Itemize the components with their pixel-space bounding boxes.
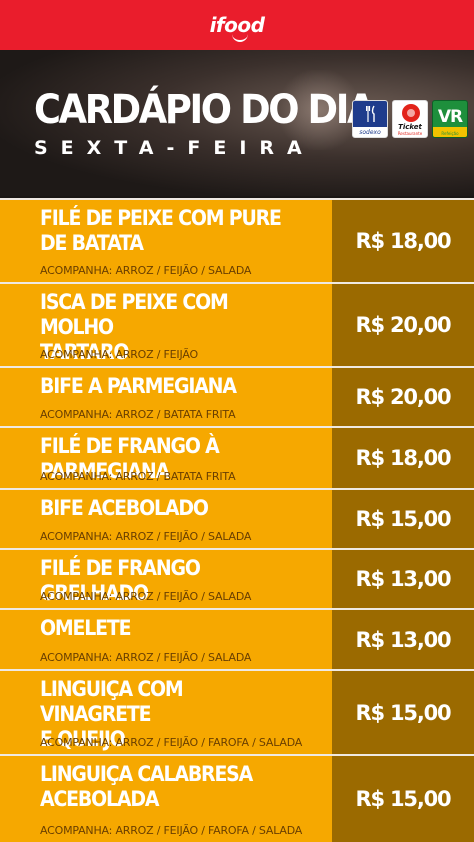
menu-item-name: OMELETE — [40, 616, 132, 640]
hero-banner: CARDÁPIO DO DIA SEXTA-FEIRA sodexo Ticke… — [0, 50, 474, 196]
page-subtitle: SEXTA-FEIRA — [34, 137, 315, 159]
vr-label: VR — [437, 107, 463, 127]
top-bar: ifood — [0, 0, 474, 50]
menu-item-price-cell: R$ 15,00 — [332, 490, 474, 548]
ifood-logo: ifood — [210, 13, 265, 42]
fork-knife-icon — [366, 105, 375, 122]
menu-item: BIFE ACEBOLADO ACOMPANHA: ARROZ / FEIJÃO… — [0, 488, 474, 548]
menu-item-price-cell: R$ 15,00 — [332, 756, 474, 842]
menu-item-price: R$ 20,00 — [355, 385, 452, 409]
menu-item-price: R$ 20,00 — [355, 313, 452, 337]
menu-item-sides: ACOMPANHA: ARROZ / FEIJÃO / SALADA — [40, 651, 252, 664]
ticket-label: Ticket — [398, 123, 422, 131]
menu-item-name: LINGUIÇA CALABRESA ACEBOLADA — [40, 762, 253, 811]
menu-item-price: R$ 13,00 — [355, 567, 452, 591]
vr-sublabel: Refeição — [441, 131, 459, 136]
page-title: CARDÁPIO DO DIA — [34, 87, 375, 133]
menu-item-info: FILÉ DE FRANGO GRELHADO ACOMPANHA: ARROZ… — [0, 550, 332, 608]
menu-item-price: R$ 18,00 — [355, 446, 452, 470]
menu-item-name: BIFE ACEBOLADO — [40, 496, 209, 520]
ticket-logo-icon — [402, 104, 420, 122]
menu-item-name: BIFE A PARMEGIANA — [40, 374, 237, 398]
menu-item: FILÉ DE FRANGO GRELHADO ACOMPANHA: ARROZ… — [0, 548, 474, 608]
menu-item: LINGUIÇA CALABRESA ACEBOLADA ACOMPANHA: … — [0, 754, 474, 842]
menu-item-sides: ACOMPANHA: ARROZ / FEIJÃO / SALADA — [40, 264, 252, 277]
menu-item-price-cell: R$ 20,00 — [332, 284, 474, 366]
menu-item-price: R$ 18,00 — [355, 229, 452, 253]
menu-item-sides: ACOMPANHA: ARROZ / FEIJÃO / FAROFA / SAL… — [40, 824, 303, 837]
menu-item-price-cell: R$ 18,00 — [332, 428, 474, 488]
menu-item: OMELETE ACOMPANHA: ARROZ / FEIJÃO / SALA… — [0, 608, 474, 669]
menu-item-price-cell: R$ 15,00 — [332, 671, 474, 754]
sodexo-badge: sodexo — [352, 100, 388, 138]
menu-item-price-cell: R$ 13,00 — [332, 610, 474, 669]
menu-item-price: R$ 13,00 — [355, 627, 452, 652]
menu-item-sides: ACOMPANHA: ARROZ / BATATA FRITA — [40, 408, 236, 421]
menu-item-info: OMELETE ACOMPANHA: ARROZ / FEIJÃO / SALA… — [0, 610, 332, 669]
menu-item-price: R$ 15,00 — [355, 787, 452, 811]
menu-item-price: R$ 15,00 — [355, 700, 452, 725]
menu-item-price-cell: R$ 13,00 — [332, 550, 474, 608]
menu-item: FILÉ DE FRANGO À PARMEGIANA ACOMPANHA: A… — [0, 426, 474, 488]
sodexo-label: sodexo — [359, 129, 381, 136]
menu-item-info: FILÉ DE PEIXE COM PURE DE BATATA ACOMPAN… — [0, 200, 332, 282]
menu-item-price-cell: R$ 20,00 — [332, 368, 474, 426]
logo-smile-icon — [231, 34, 248, 42]
menu-item-info: FILÉ DE FRANGO À PARMEGIANA ACOMPANHA: A… — [0, 428, 332, 488]
menu-item-name: FILÉ DE PEIXE COM PURE DE BATATA — [40, 206, 282, 255]
menu-item-sides: ACOMPANHA: ARROZ / FEIJÃO / SALADA — [40, 590, 252, 603]
menu-item-info: BIFE A PARMEGIANA ACOMPANHA: ARROZ / BAT… — [0, 368, 332, 426]
menu-item-sides: ACOMPANHA: ARROZ / FEIJÃO / FAROFA / SAL… — [40, 736, 303, 749]
menu-item: ISCA DE PEIXE COM MOLHO TARTARO ACOMPANH… — [0, 282, 474, 366]
menu-item-info: LINGUIÇA COM VINAGRETE E QUEIJO ACOMPANH… — [0, 671, 332, 754]
menu-item-price-cell: R$ 18,00 — [332, 200, 474, 282]
menu-item-sides: ACOMPANHA: ARROZ / FEIJÃO / SALADA — [40, 530, 252, 543]
vr-badge: VR Refeição — [432, 100, 468, 138]
menu-item-info: BIFE ACEBOLADO ACOMPANHA: ARROZ / FEIJÃO… — [0, 490, 332, 548]
payment-badges: sodexo Ticket Restaurante VR Refeição — [352, 100, 468, 138]
menu-item: LINGUIÇA COM VINAGRETE E QUEIJO ACOMPANH… — [0, 669, 474, 754]
ticket-sublabel: Restaurante — [397, 131, 423, 136]
menu-item-sides: ACOMPANHA: ARROZ / BATATA FRITA — [40, 470, 236, 483]
ticket-badge: Ticket Restaurante — [392, 100, 428, 138]
menu-item: BIFE A PARMEGIANA ACOMPANHA: ARROZ / BAT… — [0, 366, 474, 426]
menu-item-sides: ACOMPANHA: ARROZ / FEIJÃO — [40, 348, 198, 361]
menu-item: FILÉ DE PEIXE COM PURE DE BATATA ACOMPAN… — [0, 198, 474, 282]
menu-item-info: ISCA DE PEIXE COM MOLHO TARTARO ACOMPANH… — [0, 284, 332, 366]
menu-item-info: LINGUIÇA CALABRESA ACEBOLADA ACOMPANHA: … — [0, 756, 332, 842]
menu-item-price: R$ 15,00 — [355, 507, 452, 531]
